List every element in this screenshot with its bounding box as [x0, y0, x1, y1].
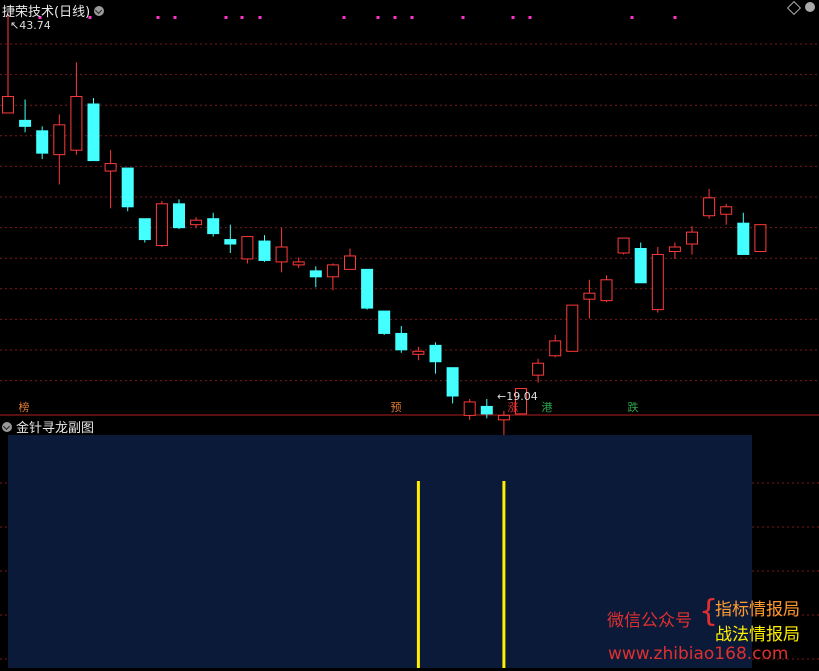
candle-body [70, 96, 83, 151]
marker-die: 跌 [627, 401, 639, 414]
candle-body [138, 218, 151, 241]
signal-bar [502, 481, 506, 668]
candle-body [36, 130, 49, 154]
watermark-line1: 指标情报局 [715, 600, 800, 620]
candle-body [668, 246, 681, 252]
signal-dot [224, 16, 228, 19]
chart-canvas [0, 14, 819, 668]
signal-dot [258, 16, 262, 19]
candle-body [344, 255, 356, 270]
signal-dot [393, 16, 397, 19]
candle-body [532, 362, 545, 376]
candle-body [446, 367, 459, 397]
candle-body [87, 103, 100, 162]
marker-gang: 港 [541, 401, 553, 414]
candle-body [429, 344, 442, 363]
candle-body [326, 264, 339, 278]
candle-body [600, 279, 613, 302]
candle-body [754, 224, 767, 252]
candle-body [686, 231, 698, 245]
signal-dot [156, 16, 160, 19]
candle-body [378, 310, 391, 334]
candle-body [720, 206, 733, 215]
lower-panel-title: 金针寻龙副图 [2, 417, 94, 436]
candle-body [104, 163, 117, 172]
candle-body [190, 219, 203, 226]
candle-body [703, 197, 716, 217]
watermark-url: www.zhibiao168.com [608, 644, 789, 664]
panel-title-text: 捷荣技术(日线) [2, 5, 91, 20]
candle-body [224, 239, 237, 245]
high-price-label: ↖43.74 [10, 19, 51, 32]
candle-body [549, 340, 562, 357]
candle-body [155, 203, 168, 247]
candle-body [258, 240, 271, 261]
signal-dot [240, 16, 244, 19]
indicator-panel [8, 435, 752, 668]
candle-body [309, 270, 322, 278]
signal-dot [376, 16, 380, 19]
candle-body [463, 401, 476, 416]
candle-body [19, 119, 32, 127]
signal-dot [528, 16, 532, 19]
signal-dot [173, 16, 177, 19]
candle-body [412, 350, 425, 355]
candle-body [395, 332, 408, 351]
candle-body [275, 246, 288, 263]
candle-body [173, 203, 185, 229]
chevron-down-icon[interactable] [2, 421, 12, 432]
candle-body [634, 248, 647, 284]
signal-dot [410, 16, 414, 19]
candle-body [53, 124, 66, 156]
candle-body [566, 304, 579, 352]
signal-dot [630, 16, 634, 19]
candle-body [617, 237, 630, 254]
settings-icon[interactable] [805, 2, 815, 12]
marker-zhang: 涨 [507, 401, 519, 414]
signal-dot [461, 16, 465, 19]
candle-body [583, 292, 596, 300]
candle-body [480, 405, 493, 415]
marker-yu: 预 [390, 401, 402, 414]
candle-body [497, 414, 510, 421]
watermark-line2: 战法情报局 [715, 625, 800, 645]
marker-bang: 榜 [18, 401, 30, 414]
panel-title-text: 金针寻龙副图 [16, 421, 95, 436]
candle-body [121, 167, 134, 208]
upper-panel-title: 捷荣技术(日线) [2, 1, 105, 20]
candle-body [241, 236, 254, 260]
candle-body [2, 96, 14, 114]
signal-dot [342, 16, 346, 19]
candle-body [292, 261, 305, 266]
candle-body [737, 222, 750, 255]
watermark-wechat: 微信公众号 [607, 611, 692, 631]
candle-body [651, 253, 664, 311]
candle-body [207, 218, 220, 235]
signal-dot [511, 16, 515, 19]
signal-dot [673, 16, 677, 19]
chevron-down-icon[interactable] [94, 5, 105, 16]
signal-bar [416, 481, 420, 668]
candle-body [361, 268, 374, 309]
